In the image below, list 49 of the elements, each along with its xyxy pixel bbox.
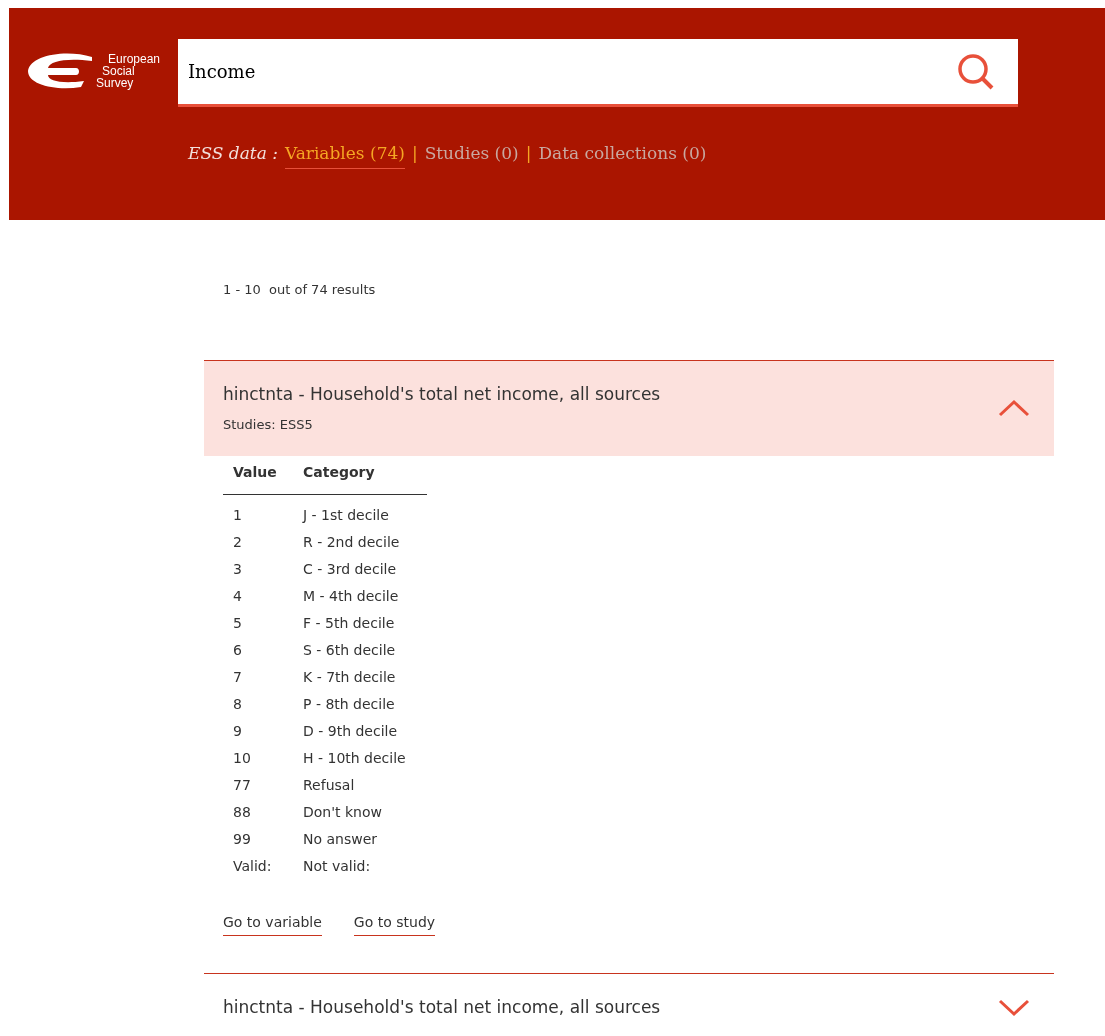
table-cell-text: 5 (232, 614, 243, 633)
table-cell-text: F - 5th decile (303, 614, 396, 633)
table-cell-text: 99 (232, 830, 252, 849)
table-cell-text: Valid: (232, 857, 273, 876)
result-title: hinctnta - Household's total net income, all sources (223, 996, 661, 1019)
table-cell-text: 77 (232, 776, 252, 795)
column-header: Value (223, 459, 303, 494)
search-icon[interactable] (956, 51, 996, 92)
table-cell-text: 4 (232, 587, 243, 606)
table-cell-text: Don't know (303, 803, 383, 822)
table-cell-text: 88 (232, 803, 252, 822)
table-cell: 6 (223, 637, 303, 664)
table-cell-text: 2 (232, 533, 243, 552)
table-cell-text: C - 3rd decile (303, 560, 398, 579)
table-cell-text: 9 (232, 722, 243, 741)
table-cell-text: S - 6th decile (303, 641, 397, 660)
table-cell-text: M - 4th decile (303, 587, 400, 606)
table-cell-text: Not valid: (303, 857, 372, 876)
data-tab[interactable]: Variables (74) (284, 141, 405, 169)
chevron-down-icon[interactable] (998, 998, 1030, 1017)
result-header[interactable]: hinctnta - Household's total net income, all sources (204, 974, 1054, 1036)
table-cell-text: D - 9th decile (303, 722, 399, 741)
table-cell-text: 7 (232, 668, 243, 687)
results-count: 1 - 10 out of 74 results (222, 281, 377, 299)
table-cell-text: Refusal (303, 776, 356, 795)
result-header[interactable]: hinctnta - Household's total net income, all sources Studies: ESS5 (204, 360, 1054, 456)
table-cell-text: R - 2nd decile (303, 533, 401, 552)
search-field[interactable]: Income (178, 39, 956, 107)
table-cell-text: P - 8th decile (303, 695, 396, 714)
logo-icon (26, 51, 94, 91)
table-cell-text: 8 (232, 695, 243, 714)
tab-separator: | (411, 142, 418, 165)
tab-separator: | (525, 142, 532, 165)
column-header: Category (303, 459, 427, 494)
result-title: hinctnta - Household's total net income, all sources (223, 382, 661, 406)
table-cell-text: No answer (303, 830, 379, 849)
data-tab[interactable]: Studies (0) (424, 141, 519, 167)
table-cell: 3 (223, 556, 303, 583)
table-cell-text: K - 7th decile (303, 668, 397, 687)
table-cell-text: J - 1st decile (303, 506, 390, 525)
chevron-up-icon[interactable] (998, 399, 1030, 417)
table-cell-text: 10 (232, 749, 252, 768)
result-link[interactable]: Go to variable (223, 912, 322, 936)
tabs-label: ESS data : (188, 142, 278, 165)
result-studies: Studies: ESS5 (223, 416, 314, 434)
table-cell-text: H - 10th decile (303, 749, 407, 768)
table-cell: 1 (223, 502, 303, 529)
logo-text: European Social Survey (96, 53, 161, 89)
result-link[interactable]: Go to study (353, 912, 436, 936)
